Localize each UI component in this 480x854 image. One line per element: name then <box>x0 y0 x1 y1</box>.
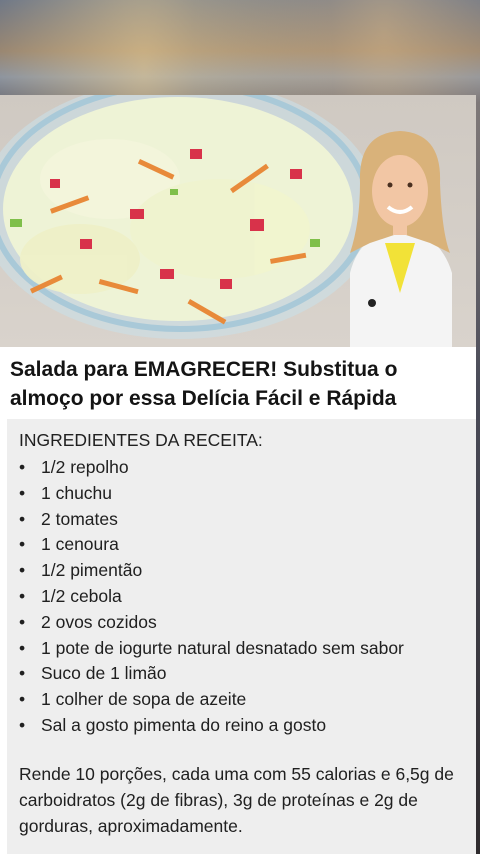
ingredient-text: 1/2 repolho <box>41 457 129 477</box>
ingredient-text: 2 tomates <box>41 508 118 529</box>
post-title: Salada para EMAGRECER! Substitua o almoç… <box>10 358 398 410</box>
bullet-icon: • <box>19 482 26 503</box>
ingredient-text: 2 ovos cozidos <box>41 611 157 632</box>
bullet-icon: • <box>19 585 26 606</box>
ingredient-text: 1 cenoura <box>41 534 119 555</box>
bullet-icon: • <box>19 457 26 477</box>
bullet-icon: • <box>19 560 26 581</box>
bullet-icon: • <box>19 689 26 710</box>
ingredients-heading: INGREDIENTES DA RECEITA: <box>19 430 263 450</box>
ingredient-text: 1 chuchu <box>41 482 113 503</box>
list-item: • 1/2 pimentão <box>7 558 476 584</box>
list-item: • 1 colher de sopa de azeite <box>7 687 476 713</box>
list-item: • 1 pote de iogurte natural desnatado sem… <box>7 636 476 662</box>
ingredients-list: • 1/2 repolho • 1 chuchu • 2 tomates • 1 cen… <box>7 455 476 739</box>
ingredient-text: 1 colher de sopa de azeite <box>41 689 247 710</box>
post-title-area: Salada para EMAGRECER! Substitua o almoç… <box>0 347 476 417</box>
list-item: • 2 ovos cozidos <box>7 610 476 636</box>
bullet-icon: • <box>19 714 26 735</box>
list-item: • 1 cenoura <box>7 532 476 558</box>
ingredient-text: 1/2 pimentão <box>41 560 143 581</box>
ingredient-text: Sal a gosto pimenta do reino a gosto <box>41 714 327 735</box>
ingredient-text: 1 pote de iogurte natural desnatado sem … <box>41 637 404 658</box>
nutrition-summary: Rende 10 porções, cada uma com 55 calori… <box>19 763 454 836</box>
ingredient-text: Suco de 1 limão <box>41 663 167 684</box>
list-item: • 1/2 repolho <box>7 455 476 481</box>
presenter-photo <box>350 131 452 347</box>
list-item: • 1 chuchu <box>7 481 476 507</box>
list-item: • 1/2 cebola <box>7 584 476 610</box>
list-item: • Sal a gosto pimenta do reino a gosto <box>7 713 476 739</box>
post-card[interactable]: Salada para EMAGRECER! Substitua o almoç… <box>0 95 476 854</box>
bullet-icon: • <box>19 663 26 684</box>
video-thumbnail[interactable] <box>0 95 476 347</box>
bullet-icon: • <box>19 611 26 632</box>
bullet-icon: • <box>19 508 26 529</box>
list-item: • 2 tomates <box>7 507 476 533</box>
bullet-icon: • <box>19 534 26 555</box>
ingredient-text: 1/2 cebola <box>41 585 122 606</box>
list-item: • Suco de 1 limão <box>7 661 476 687</box>
post-description: INGREDIENTES DA RECEITA: • 1/2 repolho • 1… <box>7 419 476 854</box>
bullet-icon: • <box>19 637 26 658</box>
